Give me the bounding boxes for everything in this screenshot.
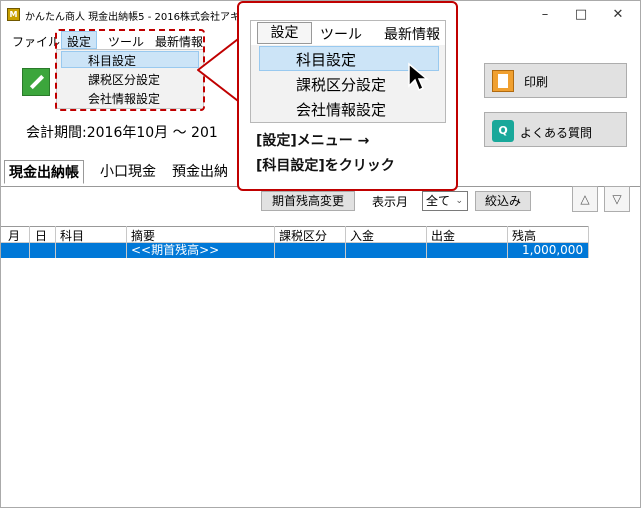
zoomed-item-tax-category-settings: 課税区分設定 — [296, 76, 387, 94]
display-month-label: 表示月 — [372, 195, 409, 209]
column-divider — [588, 226, 589, 258]
zoomed-item-account-settings: 科目設定 — [296, 51, 357, 69]
pencil-icon[interactable] — [22, 68, 50, 96]
column-header-deposit: 入金 — [350, 229, 375, 243]
column-divider — [345, 226, 346, 258]
month-select-value: 全て — [426, 194, 451, 208]
tab-petty-cash[interactable]: 小口現金 — [96, 160, 160, 184]
down-arrow-button[interactable]: ▽ — [604, 186, 630, 212]
column-divider — [274, 226, 275, 258]
table-row[interactable] — [1, 243, 588, 258]
row-description: <<期首残高>> — [131, 243, 220, 257]
mouse-cursor-icon — [408, 62, 429, 92]
print-icon — [492, 70, 514, 92]
highlight-dashed-frame — [55, 29, 205, 111]
tab-deposit-book[interactable]: 預金出納 — [168, 160, 232, 184]
zoomed-menu-tools: ツール — [320, 27, 362, 43]
menu-file[interactable]: ファイル — [12, 33, 60, 50]
tab-cash-book[interactable]: 現金出納帳 — [4, 160, 84, 184]
instruction-line-1: [設定]メニュー → — [256, 133, 370, 149]
zoomed-item-company-info-settings: 会社情報設定 — [296, 101, 387, 119]
chevron-down-icon: ⌄ — [455, 196, 463, 206]
column-header-account: 科目 — [60, 229, 85, 243]
instruction-line-2: [科目設定]をクリック — [256, 158, 395, 174]
faq-label: よくある質問 — [520, 126, 593, 140]
up-arrow-button[interactable]: △ — [572, 186, 598, 212]
zoomed-menu-settings: 設定 — [257, 22, 312, 44]
column-header-day: 日 — [35, 229, 48, 243]
window-title: かんたん商人 現金出納帳5 - 2016株式会社アキンド… — [25, 12, 270, 23]
row-balance: 1,000,000 — [522, 243, 584, 257]
column-divider — [55, 226, 56, 258]
close-button[interactable]: ✕ — [595, 4, 641, 26]
print-label: 印刷 — [524, 75, 549, 89]
column-divider — [426, 226, 427, 258]
zoomed-menu-latest: 最新情報 — [384, 27, 440, 43]
narrow-button[interactable]: 絞込み — [475, 191, 531, 211]
column-header-withdrawal: 出金 — [431, 229, 456, 243]
app-icon: M — [7, 8, 20, 21]
column-divider — [126, 226, 127, 258]
accounting-period: 会計期間:2016年10月 ～ 201 — [26, 125, 218, 141]
column-divider — [29, 226, 30, 258]
month-select[interactable]: 全て ⌄ — [422, 191, 468, 211]
column-divider — [507, 226, 508, 258]
faq-icon — [492, 120, 514, 142]
column-header-month: 月 — [8, 229, 21, 243]
column-header-description: 摘要 — [131, 229, 156, 243]
opening-balance-button[interactable]: 期首残高変更 — [261, 191, 355, 211]
column-header-tax-category: 課税区分 — [279, 229, 328, 243]
column-header-balance: 残高 — [512, 229, 537, 243]
